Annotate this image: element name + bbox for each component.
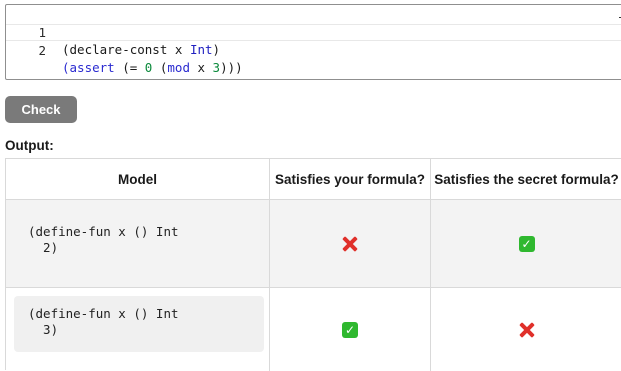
green-check-icon: ✓ — [518, 235, 535, 252]
model-code: (define-fun x () Int 3) — [14, 296, 264, 352]
output-heading: Output: — [5, 138, 54, 153]
results-table: Model Satisfies your formula? Satisfies … — [5, 158, 621, 371]
red-x-icon — [518, 321, 536, 339]
green-check-icon: ✓ — [342, 321, 358, 338]
line-number: 2 — [38, 43, 46, 58]
table-row: (define-fun x () Int 3) ✓ — [6, 287, 621, 371]
editor-line[interactable]: 1 (declare-const x Int) — [6, 7, 621, 57]
column-header-secret-formula: Satisfies the secret formula? — [434, 171, 619, 187]
red-x-icon — [341, 235, 359, 253]
code-editor[interactable]: 1 (declare-const x Int) 2 (assert (= 0 (… — [5, 4, 621, 80]
satisfies-secret-cell: ✓ — [431, 200, 621, 287]
table-header-row: Model Satisfies your formula? Satisfies … — [6, 159, 621, 199]
check-button[interactable]: Check — [5, 96, 77, 123]
table-row: (define-fun x () Int 2) ✓ — [6, 199, 621, 287]
satisfies-yours-cell: ✓ — [270, 288, 431, 371]
code-text[interactable]: (declare-const x Int) — [62, 41, 220, 58]
code-text[interactable]: (assert (= 0 (mod x 3))) — [62, 59, 243, 76]
satisfies-yours-cell — [270, 200, 431, 287]
editor-line[interactable]: 2 (assert (= 0 (mod x 3))) — [6, 24, 621, 75]
column-header-model: Model — [6, 159, 270, 199]
model-cell: (define-fun x () Int 2) — [6, 200, 270, 287]
model-code: (define-fun x () Int 2) — [14, 214, 264, 270]
satisfies-secret-cell — [431, 288, 621, 371]
model-cell: (define-fun x () Int 3) — [6, 288, 270, 371]
column-header-your-formula: Satisfies your formula? — [270, 159, 431, 199]
